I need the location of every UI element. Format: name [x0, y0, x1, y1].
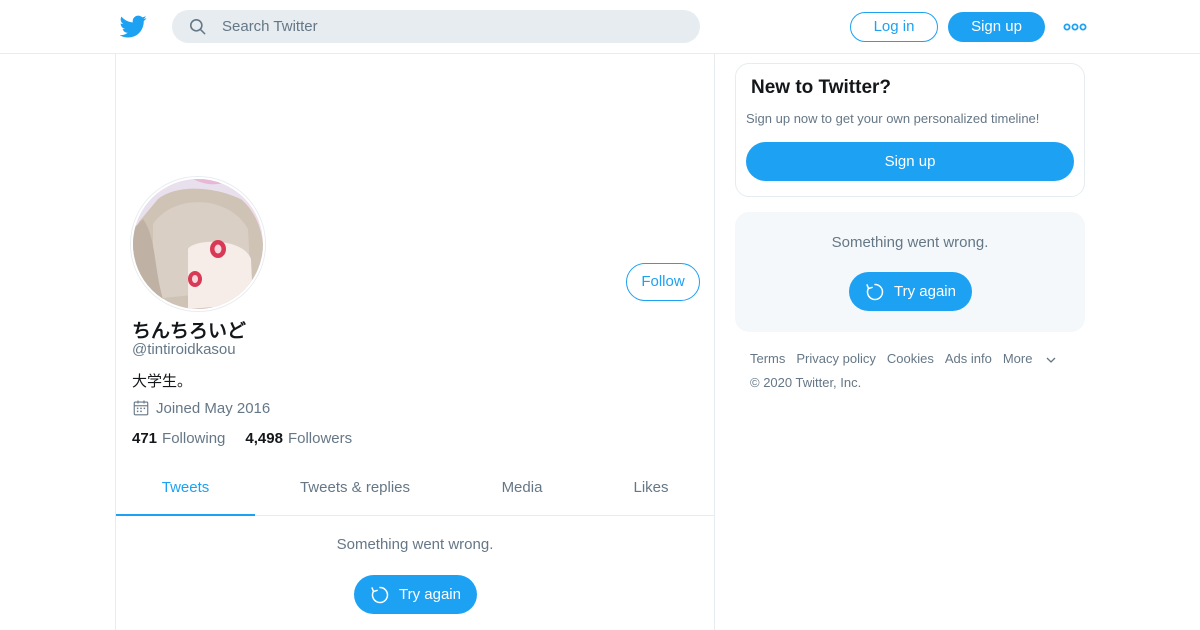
- profile-joined-date: Joined May 2016: [132, 399, 270, 417]
- footer-links: Terms Privacy policy Cookies Ads info Mo…: [750, 351, 1080, 366]
- sidebar-signup-button[interactable]: Sign up: [746, 142, 1074, 181]
- top-navigation-bar: Log in Sign up: [0, 0, 1200, 54]
- tab-tweets[interactable]: Tweets: [116, 468, 255, 516]
- footer: Terms Privacy policy Cookies Ads info Mo…: [750, 351, 1080, 390]
- new-to-twitter-title: New to Twitter?: [751, 77, 892, 98]
- search-input[interactable]: [222, 10, 682, 43]
- profile-tabs: Tweets Tweets & replies Media Likes: [116, 468, 714, 516]
- footer-more-label: More: [1002, 351, 1033, 366]
- followers-count: 4,498: [245, 430, 283, 447]
- sidebar-retry-button[interactable]: Try again: [849, 272, 972, 311]
- twitter-bird-icon[interactable]: [120, 13, 147, 40]
- footer-copyright: © 2020 Twitter, Inc.: [750, 375, 862, 390]
- followers-stat[interactable]: 4,498 Followers: [245, 430, 352, 447]
- profile-handle: @tintiroidkasou: [132, 341, 236, 358]
- footer-link-more[interactable]: More: [1003, 351, 1057, 366]
- timeline-retry-button[interactable]: Try again: [354, 575, 477, 614]
- search-icon: [189, 18, 206, 35]
- timeline-retry-label: Try again: [399, 586, 461, 603]
- profile-stats: 471 Following 4,498 Followers: [132, 430, 372, 447]
- login-button[interactable]: Log in: [850, 12, 938, 42]
- timeline-error-message: Something went wrong.: [336, 536, 494, 553]
- profile-display-name: ちんちろいど: [132, 320, 247, 342]
- followers-label: Followers: [287, 430, 353, 447]
- refresh-icon: [371, 586, 389, 603]
- footer-link-terms[interactable]: Terms: [750, 351, 785, 366]
- footer-link-privacy[interactable]: Privacy policy: [796, 351, 875, 366]
- footer-link-ads-info[interactable]: Ads info: [945, 351, 992, 366]
- avatar-illustration: [133, 179, 263, 309]
- calendar-icon: [133, 400, 149, 416]
- sidebar-error-card: Something went wrong. Try again: [735, 212, 1085, 332]
- new-to-twitter-card: New to Twitter? Sign up now to get your …: [735, 63, 1085, 197]
- following-count: 471: [132, 430, 158, 447]
- following-label: Following: [162, 430, 226, 447]
- following-stat[interactable]: 471 Following: [132, 430, 225, 447]
- new-to-twitter-description: Sign up now to get your own personalized…: [746, 111, 1040, 126]
- tab-media[interactable]: Media: [482, 468, 562, 516]
- profile-column: Follow ちんちろいど @tintiroidkasou 大学生。 Joine…: [115, 54, 715, 630]
- refresh-icon: [866, 283, 884, 300]
- search-box[interactable]: [172, 10, 700, 43]
- footer-link-cookies[interactable]: Cookies: [887, 351, 934, 366]
- more-dots-icon[interactable]: [1063, 19, 1087, 35]
- tab-tweets-replies[interactable]: Tweets & replies: [276, 468, 434, 516]
- signup-button[interactable]: Sign up: [948, 12, 1045, 42]
- avatar[interactable]: [131, 177, 265, 311]
- follow-button[interactable]: Follow: [626, 263, 700, 301]
- profile-bio: 大学生。: [132, 372, 193, 390]
- joined-label: Joined May 2016: [156, 399, 271, 417]
- sidebar-error-message: Something went wrong.: [831, 234, 989, 251]
- tab-likes[interactable]: Likes: [616, 468, 686, 516]
- chevron-down-icon: [1046, 357, 1056, 363]
- sidebar-retry-label: Try again: [894, 283, 956, 300]
